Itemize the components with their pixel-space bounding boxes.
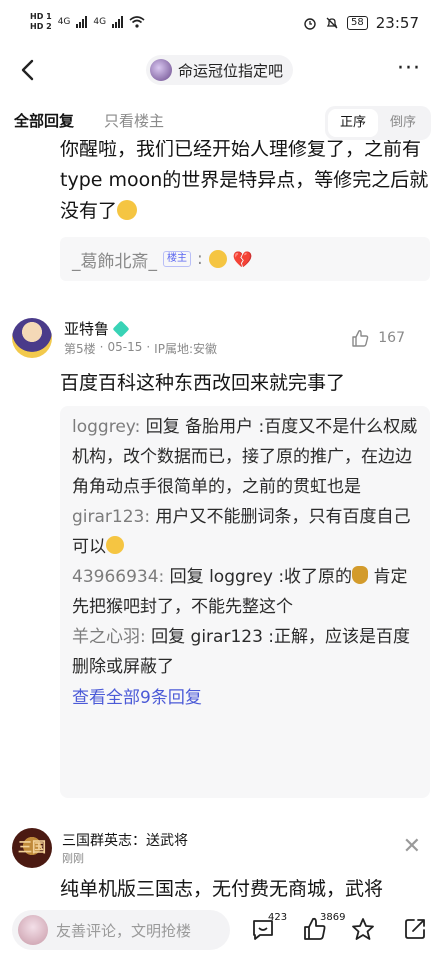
sub-reply-user: 羊之心羽: (72, 627, 146, 647)
post-author-name[interactable]: 三国群英志：送武将 (62, 830, 188, 850)
sleepy-emoji-icon (106, 536, 124, 554)
post-floor-5: 亚特鲁 第5楼 · 05-15 · IP属地:安徽 167 百度百科这种东西改回… (0, 300, 443, 820)
sub-reply-user: loggrey: (72, 417, 141, 437)
signal2-icon (112, 15, 124, 28)
broken-heart-icon: 💔 (232, 249, 253, 269)
like-button[interactable]: 167 (350, 328, 405, 348)
mute-icon (326, 17, 338, 29)
alarm-icon (304, 18, 316, 30)
close-icon[interactable]: ✕ (403, 834, 421, 859)
sim-indicator: HD 1 HD 2 (30, 12, 52, 31)
sub-reply[interactable]: 羊之心羽: 回复 girar123 :正解，应该是百度删除或屏蔽了 (72, 622, 418, 682)
tab-only-op[interactable]: 只看楼主 (104, 110, 164, 131)
favorite-button[interactable] (350, 916, 378, 944)
like-count: 3869 (320, 912, 346, 923)
thumb-up-icon (352, 330, 369, 347)
share-icon (405, 919, 425, 939)
comment-input[interactable]: 友善评论，文明抢楼 (12, 910, 230, 950)
smile-emoji-icon (117, 200, 138, 220)
sim2-label: HD 2 (30, 22, 52, 31)
forum-title-pill[interactable]: 命运冠位指定吧 (146, 55, 294, 85)
meta-dot: · (99, 340, 104, 354)
battery-indicator: 58 (347, 16, 368, 30)
avatar[interactable]: 三国 (12, 828, 52, 868)
post-author-name: 亚特鲁 (64, 320, 110, 338)
forum-avatar (150, 59, 172, 81)
post-meta: 第5楼 · 05-15 · IP属地:安徽 (64, 340, 217, 357)
money-bag-icon (352, 566, 369, 584)
forum-title: 命运冠位指定吧 (178, 61, 284, 80)
sub-replies[interactable]: loggrey: 回复 备胎用户 :百度又不是什么权威机构，改个数据而已，接了原… (60, 406, 430, 798)
status-bar: HD 1 HD 2 4G 4G 58 23:57 (0, 0, 443, 48)
smile-emoji-icon (208, 250, 227, 268)
like-button[interactable]: 3869 (302, 912, 345, 944)
meta-dot: · (146, 340, 151, 354)
comment-button[interactable]: 423 (250, 912, 287, 944)
sub-reply-sep: : (197, 249, 203, 269)
network2-label: 4G (93, 16, 107, 27)
status-right: 58 23:57 (303, 14, 419, 32)
view-all-replies-link[interactable]: 查看全部9条回复 (72, 682, 418, 714)
previous-post: 你醒啦，我们已经开始人理修复了，之前有type moon的世界是特异点，等修完之… (0, 140, 443, 300)
like-count: 167 (378, 330, 405, 346)
sort-toggle: 正序 倒序 (325, 106, 431, 140)
post-content: 纯单机版三国志，无付费无商城，武将 (60, 878, 384, 900)
comment-placeholder: 友善评论，文明抢楼 (56, 921, 192, 940)
sub-reply[interactable]: girar123: 用户又不能删词条，只有百度自己可以 (72, 502, 418, 562)
sub-reply[interactable]: 43966934: 回复 loggrey :收了原的 肯定先把猴吧封了，不能先整… (72, 562, 418, 622)
sub-reply-text: 回复 loggrey :收了原的 (169, 567, 353, 587)
op-badge: 楼主 (163, 251, 191, 267)
previous-post-text: 你醒啦，我们已经开始人理修复了，之前有type moon的世界是特异点，等修完之… (60, 140, 429, 222)
network1-label: 4G (57, 16, 71, 27)
floor-number: 第5楼 (64, 342, 96, 356)
sub-reply-user: girar123: (72, 507, 151, 527)
bottom-action-bar: 友善评论，文明抢楼 423 3869 (0, 900, 443, 960)
sub-reply-user: 43966934: (72, 567, 165, 587)
tab-all-replies[interactable]: 全部回复 (14, 110, 74, 131)
diamond-badge-icon (112, 320, 130, 337)
avatar[interactable] (12, 318, 52, 358)
back-arrow-icon[interactable] (16, 56, 42, 84)
sim1-label: HD 1 (30, 12, 52, 21)
sub-reply-user: _葛飾北斎_ (72, 251, 157, 272)
avatar (18, 915, 48, 945)
wifi-icon (129, 15, 145, 28)
sort-desc-button[interactable]: 倒序 (381, 109, 425, 137)
promoted-post: 三国 三国群英志：送武将 刚刚 ✕ 纯单机版三国志，无付费无商城，武将 (0, 820, 443, 900)
reply-tabs: 全部回复 只看楼主 正序 倒序 (0, 104, 443, 140)
post-time: 刚刚 (62, 852, 84, 865)
sort-asc-button[interactable]: 正序 (328, 109, 378, 137)
previous-sub-reply[interactable]: _葛飾北斎_ 楼主 : 💔 (60, 237, 430, 281)
post-date: 05-15 (107, 340, 143, 354)
status-left: HD 1 HD 2 4G 4G (30, 12, 145, 31)
previous-post-content: 你醒啦，我们已经开始人理修复了，之前有type moon的世界是特异点，等修完之… (60, 140, 430, 227)
share-button[interactable] (402, 916, 430, 944)
post-content: 百度百科这种东西改回来就完事了 (60, 372, 346, 394)
post-author[interactable]: 亚特鲁 (64, 318, 130, 339)
sub-reply[interactable]: loggrey: 回复 备胎用户 :百度又不是什么权威机构，改个数据而已，接了原… (72, 412, 418, 502)
top-nav: 命运冠位指定吧 ··· (0, 48, 443, 92)
more-options-icon[interactable]: ··· (397, 56, 421, 81)
clock: 23:57 (375, 14, 419, 32)
ip-location: IP属地:安徽 (154, 342, 217, 356)
star-icon (352, 918, 374, 940)
comment-count: 423 (268, 912, 288, 923)
signal1-icon (76, 15, 88, 28)
